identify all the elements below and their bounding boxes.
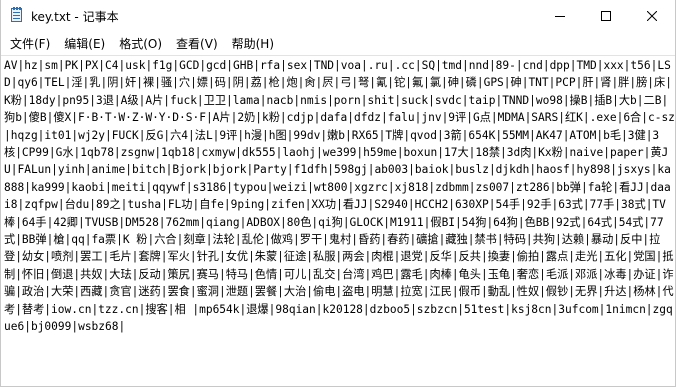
menu-help[interactable]: 帮助(H) <box>225 33 281 54</box>
text-editor[interactable]: AV|hz|sm|PK|PX|C4|usk|f1g|GCD|gcd|GHB|rf… <box>1 55 675 386</box>
menu-bar: 文件(F) 编辑(E) 格式(O) 查看(V) 帮助(H) <box>1 32 675 54</box>
editor-content[interactable]: AV|hz|sm|PK|PX|C4|usk|f1g|GCD|gcd|GHB|rf… <box>1 56 675 336</box>
title-bar[interactable]: key.txt - 记事本 <box>1 0 675 32</box>
menu-view[interactable]: 查看(V) <box>169 33 225 54</box>
notepad-window: key.txt - 记事本 文件(F) 编辑(E) 格式(O) 查看(V) 帮助… <box>0 0 676 387</box>
menu-file[interactable]: 文件(F) <box>3 33 57 54</box>
maximize-icon <box>601 11 611 21</box>
close-button[interactable] <box>629 0 675 32</box>
window-controls <box>537 0 675 32</box>
menu-format[interactable]: 格式(O) <box>112 33 169 54</box>
minimize-icon <box>555 16 565 17</box>
minimize-button[interactable] <box>537 0 583 32</box>
maximize-button[interactable] <box>583 0 629 32</box>
close-icon <box>647 11 657 21</box>
window-title: key.txt - 记事本 <box>31 9 119 24</box>
notepad-icon <box>9 7 25 24</box>
menu-edit[interactable]: 编辑(E) <box>57 33 112 54</box>
